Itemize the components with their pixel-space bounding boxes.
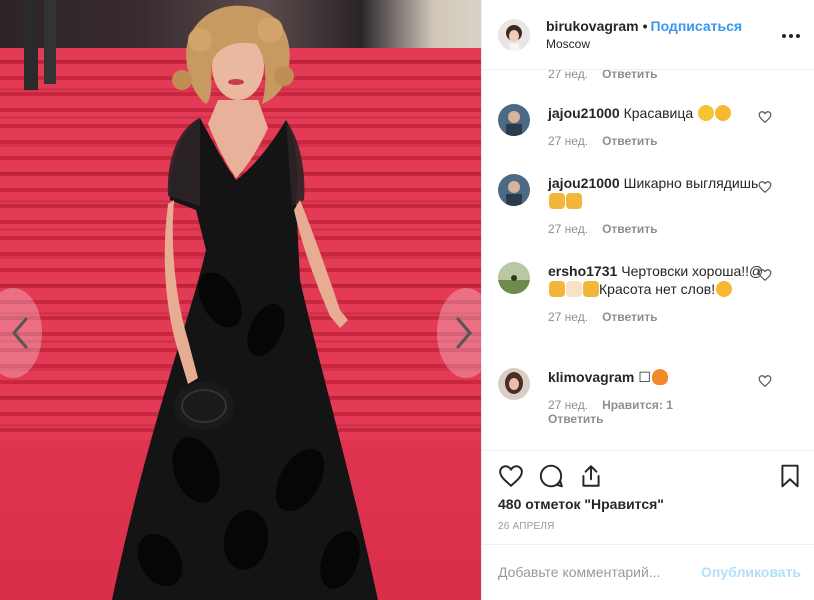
heart-icon[interactable]	[498, 463, 524, 489]
comment-username[interactable]: jajou21000	[548, 105, 620, 121]
header-separator: •	[642, 17, 648, 34]
comment-time: 27 нед.	[548, 70, 589, 81]
heart-icon[interactable]	[758, 110, 772, 124]
heart-icon[interactable]	[758, 374, 772, 388]
heart-icon[interactable]	[758, 268, 772, 282]
avatar-image	[498, 104, 530, 136]
comment-username[interactable]: jajou21000	[548, 175, 620, 191]
add-comment-bar: Добавьте комментарий... Опубликовать	[482, 544, 814, 600]
heart-eyes-emoji	[698, 105, 715, 121]
avatar[interactable]	[498, 262, 530, 294]
thumbs-up-emoji	[583, 281, 599, 297]
kiss-emoji	[715, 105, 732, 121]
avatar-image	[498, 262, 530, 294]
avatar-image	[498, 368, 530, 400]
avatar[interactable]	[498, 368, 530, 400]
comment-text: ☐	[638, 369, 651, 385]
comment-text: Чертовски хороша!!@	[621, 263, 764, 279]
kiss-emoji	[716, 281, 733, 297]
reply-button[interactable]: Ответить	[602, 310, 657, 324]
chevron-left-icon	[12, 317, 28, 349]
avatar[interactable]	[498, 174, 530, 206]
comment-username[interactable]: klimovagram	[548, 369, 634, 385]
comment-time: 27 нед.	[548, 310, 589, 324]
comment-time: 27 нед.	[548, 398, 589, 412]
post-actions: 480 отметок "Нравится" 26 АПРЕЛЯ	[482, 450, 814, 544]
likes-count[interactable]: 480 отметок "Нравится"	[498, 496, 664, 512]
avatar[interactable]	[498, 104, 530, 136]
comment-meta-partial: 27 нед. Ответить	[548, 70, 658, 81]
comment-input[interactable]: Добавьте комментарий...	[498, 564, 660, 580]
comment-text: Шикарно выглядишь	[623, 175, 759, 191]
avatar-image	[498, 18, 530, 51]
chevron-right-icon	[456, 317, 472, 349]
more-icon[interactable]	[781, 26, 801, 46]
comments-list[interactable]: 27 нед. Ответить jajou21000 Красавица 27 н…	[482, 70, 814, 450]
post-header: birukovagram • Подписаться Moscow	[482, 0, 814, 70]
post-photo[interactable]	[0, 0, 481, 600]
comment-icon[interactable]	[538, 463, 564, 489]
thumbs-up-emoji	[566, 281, 582, 297]
comment-text: Красавица	[623, 105, 694, 121]
fire-emoji	[651, 369, 668, 385]
comment-time: 27 нед.	[548, 134, 589, 148]
post-author-username[interactable]: birukovagram	[546, 18, 639, 34]
thumbs-up-emoji	[549, 281, 565, 297]
avatar-image	[498, 174, 530, 206]
thumbs-up-emoji	[566, 193, 582, 209]
reply-button[interactable]: Ответить	[602, 134, 657, 148]
post-side-panel: birukovagram • Подписаться Moscow 27 нед. О…	[481, 0, 814, 600]
avatar[interactable]	[498, 18, 530, 51]
reply-button[interactable]: Ответить	[548, 412, 603, 426]
heart-icon[interactable]	[758, 180, 772, 194]
share-icon[interactable]	[578, 463, 604, 489]
post-date: 26 АПРЕЛЯ	[498, 521, 555, 532]
reply-button[interactable]: Ответить	[602, 70, 657, 81]
post-modal: birukovagram • Подписаться Moscow 27 нед. О…	[0, 0, 814, 600]
comment-time: 27 нед.	[548, 222, 589, 236]
post-location[interactable]: Moscow	[546, 36, 742, 52]
reply-button[interactable]: Ответить	[602, 222, 657, 236]
strong-arm-emoji	[549, 193, 565, 209]
comment-likes-count[interactable]: Нравится: 1	[602, 398, 673, 412]
photo-figure	[0, 0, 481, 600]
follow-button[interactable]: Подписаться	[651, 18, 743, 34]
post-comment-button[interactable]: Опубликовать	[701, 564, 801, 580]
comment-text-after: Красота нет слов!	[599, 281, 716, 297]
comment-username[interactable]: ersho1731	[548, 263, 617, 279]
bookmark-icon[interactable]	[777, 463, 803, 489]
